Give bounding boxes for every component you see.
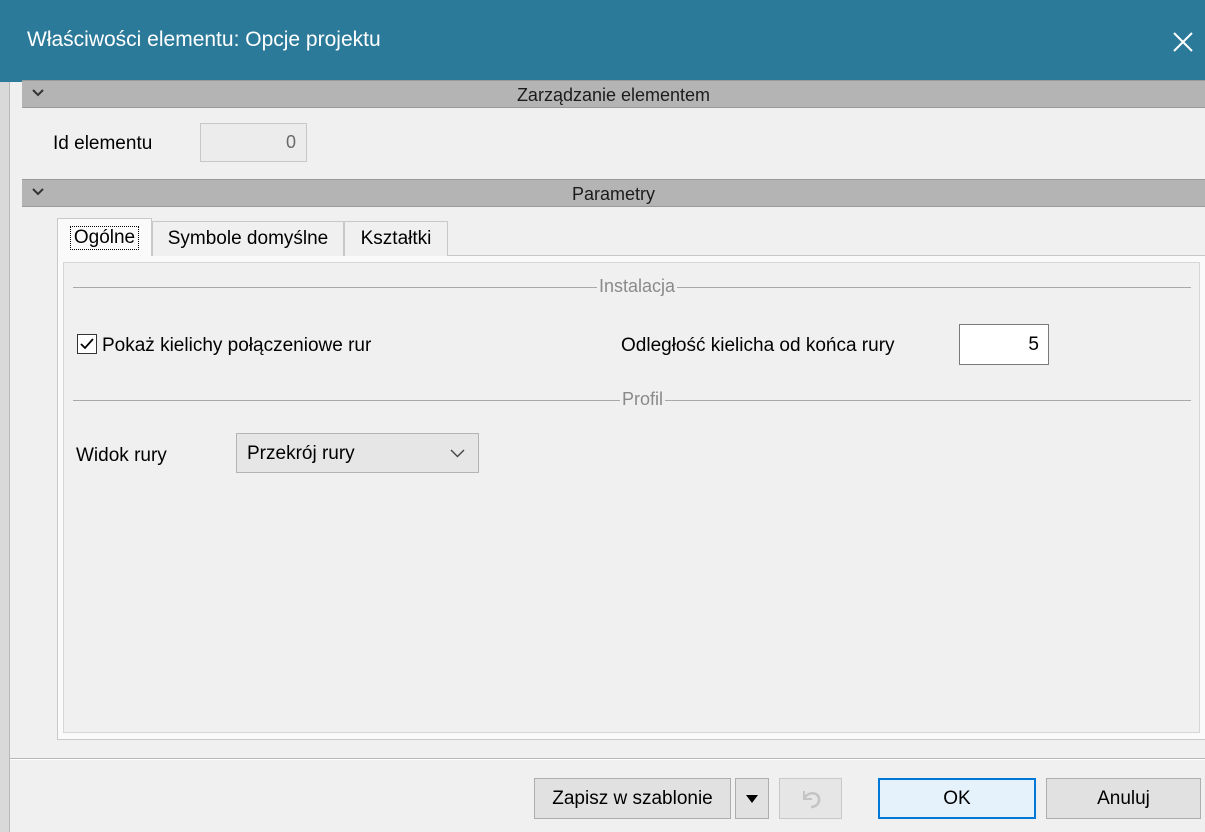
tab-general[interactable]: Ogólne — [57, 218, 152, 256]
tab-label: Symbole domyślne — [167, 228, 329, 249]
close-icon — [1172, 32, 1193, 52]
socket-distance-input[interactable]: 5 — [959, 324, 1049, 365]
window-title: Właściwości elementu: Opcje projektu — [27, 28, 381, 51]
show-sockets-checkbox[interactable] — [77, 334, 97, 354]
undo-icon — [802, 790, 820, 808]
save-template-button[interactable]: Zapisz w szablonie — [534, 778, 731, 819]
element-id-field: 0 — [200, 123, 307, 162]
tab-label: Ogólne — [69, 225, 140, 250]
element-id-label: Id elementu — [53, 133, 153, 154]
group-title-installation: Instalacja — [597, 276, 678, 297]
section-header-element-management[interactable]: Zarządzanie elementem — [22, 80, 1205, 108]
section-title: Zarządzanie elementem — [516, 85, 711, 105]
show-sockets-label[interactable]: Pokaż kielichy połączeniowe rur — [102, 335, 371, 357]
pipe-view-label: Widok rury — [76, 445, 167, 466]
tab-label: Kształtki — [360, 228, 432, 249]
chevron-down-icon — [450, 449, 465, 458]
group-title-profile: Profil — [620, 389, 666, 410]
footer-divider-highlight — [10, 759, 1205, 760]
socket-distance-label: Odległość kielicha od końca rury — [621, 335, 895, 356]
left-frame — [0, 82, 10, 832]
tab-fittings[interactable]: Kształtki — [344, 221, 448, 256]
pipe-view-selected-value: Przekrój rury — [247, 443, 355, 464]
checkmark-icon — [80, 338, 94, 350]
pipe-view-select[interactable]: Przekrój rury — [236, 433, 479, 473]
caret-down-icon — [746, 794, 758, 803]
section-title: Parametry — [571, 184, 656, 204]
tab-default-symbols[interactable]: Symbole domyślne — [152, 221, 344, 256]
close-button[interactable] — [1160, 18, 1205, 66]
ok-button[interactable]: OK — [878, 778, 1036, 819]
section-header-parameters[interactable]: Parametry — [22, 179, 1205, 207]
cancel-button[interactable]: Anuluj — [1046, 778, 1201, 819]
save-template-dropdown-button[interactable] — [735, 778, 769, 819]
restore-defaults-button[interactable] — [779, 778, 842, 819]
